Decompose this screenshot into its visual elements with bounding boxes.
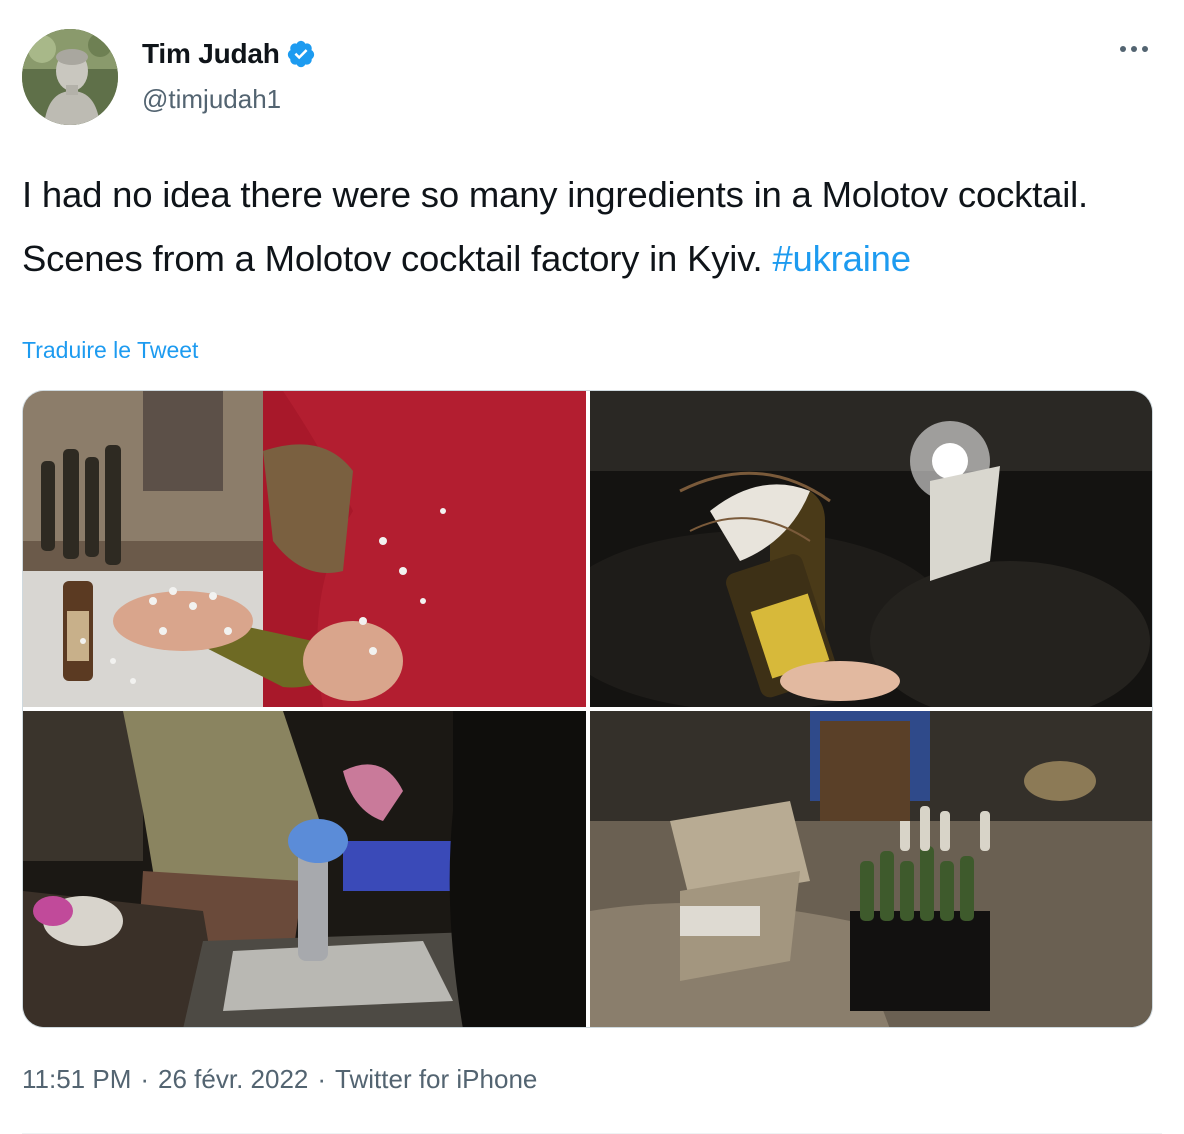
tweet-metadata: 11:51 PM · 26 févr. 2022 · Twitter for i… [22,1064,537,1095]
separator: · [140,1064,150,1094]
tweet-text: I had no idea there were so many ingredi… [22,163,1142,291]
translate-tweet-link[interactable]: Traduire le Tweet [22,337,198,364]
author-name[interactable]: Tim Judah [142,38,280,70]
tweet-body: I had no idea there were so many ingredi… [22,174,1088,279]
tweet-source[interactable]: Twitter for iPhone [335,1064,537,1095]
author-handle[interactable]: @timjudah1 [142,84,281,115]
person-in-gloves-preparing-bottle-photo [23,711,586,1027]
avatar[interactable] [22,29,118,125]
more-options-icon[interactable] [1120,46,1148,52]
dot-icon [1142,46,1148,52]
photo-3[interactable] [23,711,586,1027]
separator: · [317,1064,327,1094]
verified-badge-icon [287,40,314,68]
tweet-date[interactable]: 26 févr. 2022 [158,1064,308,1095]
dot-icon [1131,46,1137,52]
tweet-time[interactable]: 11:51 PM [22,1064,131,1095]
photo-2[interactable] [590,391,1152,707]
hands-filling-wine-bottle-with-foam-beads-photo [23,391,586,707]
photo-4[interactable] [590,711,1152,1027]
media-grid [22,390,1153,1028]
bottle-with-wick-held-in-dark-photo [590,391,1152,707]
author-name-row[interactable]: Tim Judah [142,38,316,70]
photo-1[interactable] [23,391,586,707]
crates-of-bottles-and-boxes-photo [590,711,1152,1027]
statue-bust-avatar-image [22,29,118,125]
dot-icon [1120,46,1126,52]
hashtag-link[interactable]: #ukraine [772,238,911,279]
